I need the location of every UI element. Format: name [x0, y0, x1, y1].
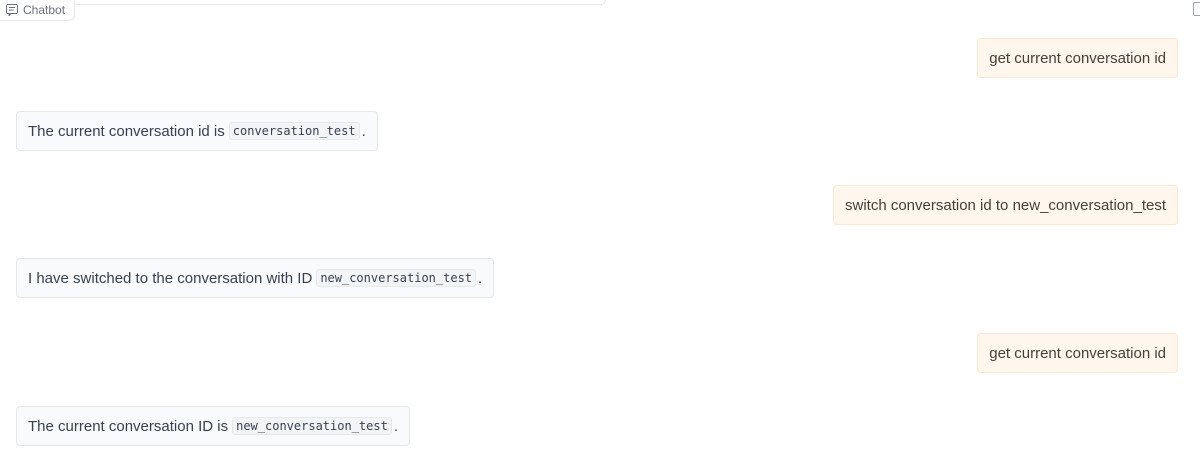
message-suffix: . [393, 417, 398, 435]
message-text: switch conversation id to new_conversati… [844, 196, 1166, 214]
message-text: The current conversation ID is [28, 417, 229, 435]
inline-code: new_conversation_test [316, 269, 477, 287]
inline-code: conversation_test [228, 122, 360, 140]
bot-message: The current conversation ID is new_conve… [16, 406, 410, 446]
expand-icon[interactable] [1193, 2, 1200, 16]
bot-message: The current conversation id is conversat… [16, 111, 378, 151]
panel-top-border [70, 0, 606, 5]
message-text: get current conversation id [989, 49, 1166, 67]
inline-code: new_conversation_test [232, 417, 392, 435]
chatbot-panel: Chatbot get current conversation id The … [0, 0, 1200, 451]
message-suffix: . [478, 269, 483, 287]
user-message: get current conversation id [977, 333, 1178, 373]
chatbot-label-text: Chatbot [23, 3, 66, 17]
message-suffix: . [361, 122, 366, 140]
chat-icon [6, 4, 18, 16]
message-text: I have switched to the conversation with… [28, 269, 313, 287]
chatbot-label: Chatbot [0, 0, 76, 21]
user-message: get current conversation id [977, 38, 1178, 78]
message-text: get current conversation id [989, 344, 1166, 362]
message-text: The current conversation id is [28, 122, 225, 140]
bot-message: I have switched to the conversation with… [16, 258, 495, 298]
user-message: switch conversation id to new_conversati… [832, 185, 1178, 225]
